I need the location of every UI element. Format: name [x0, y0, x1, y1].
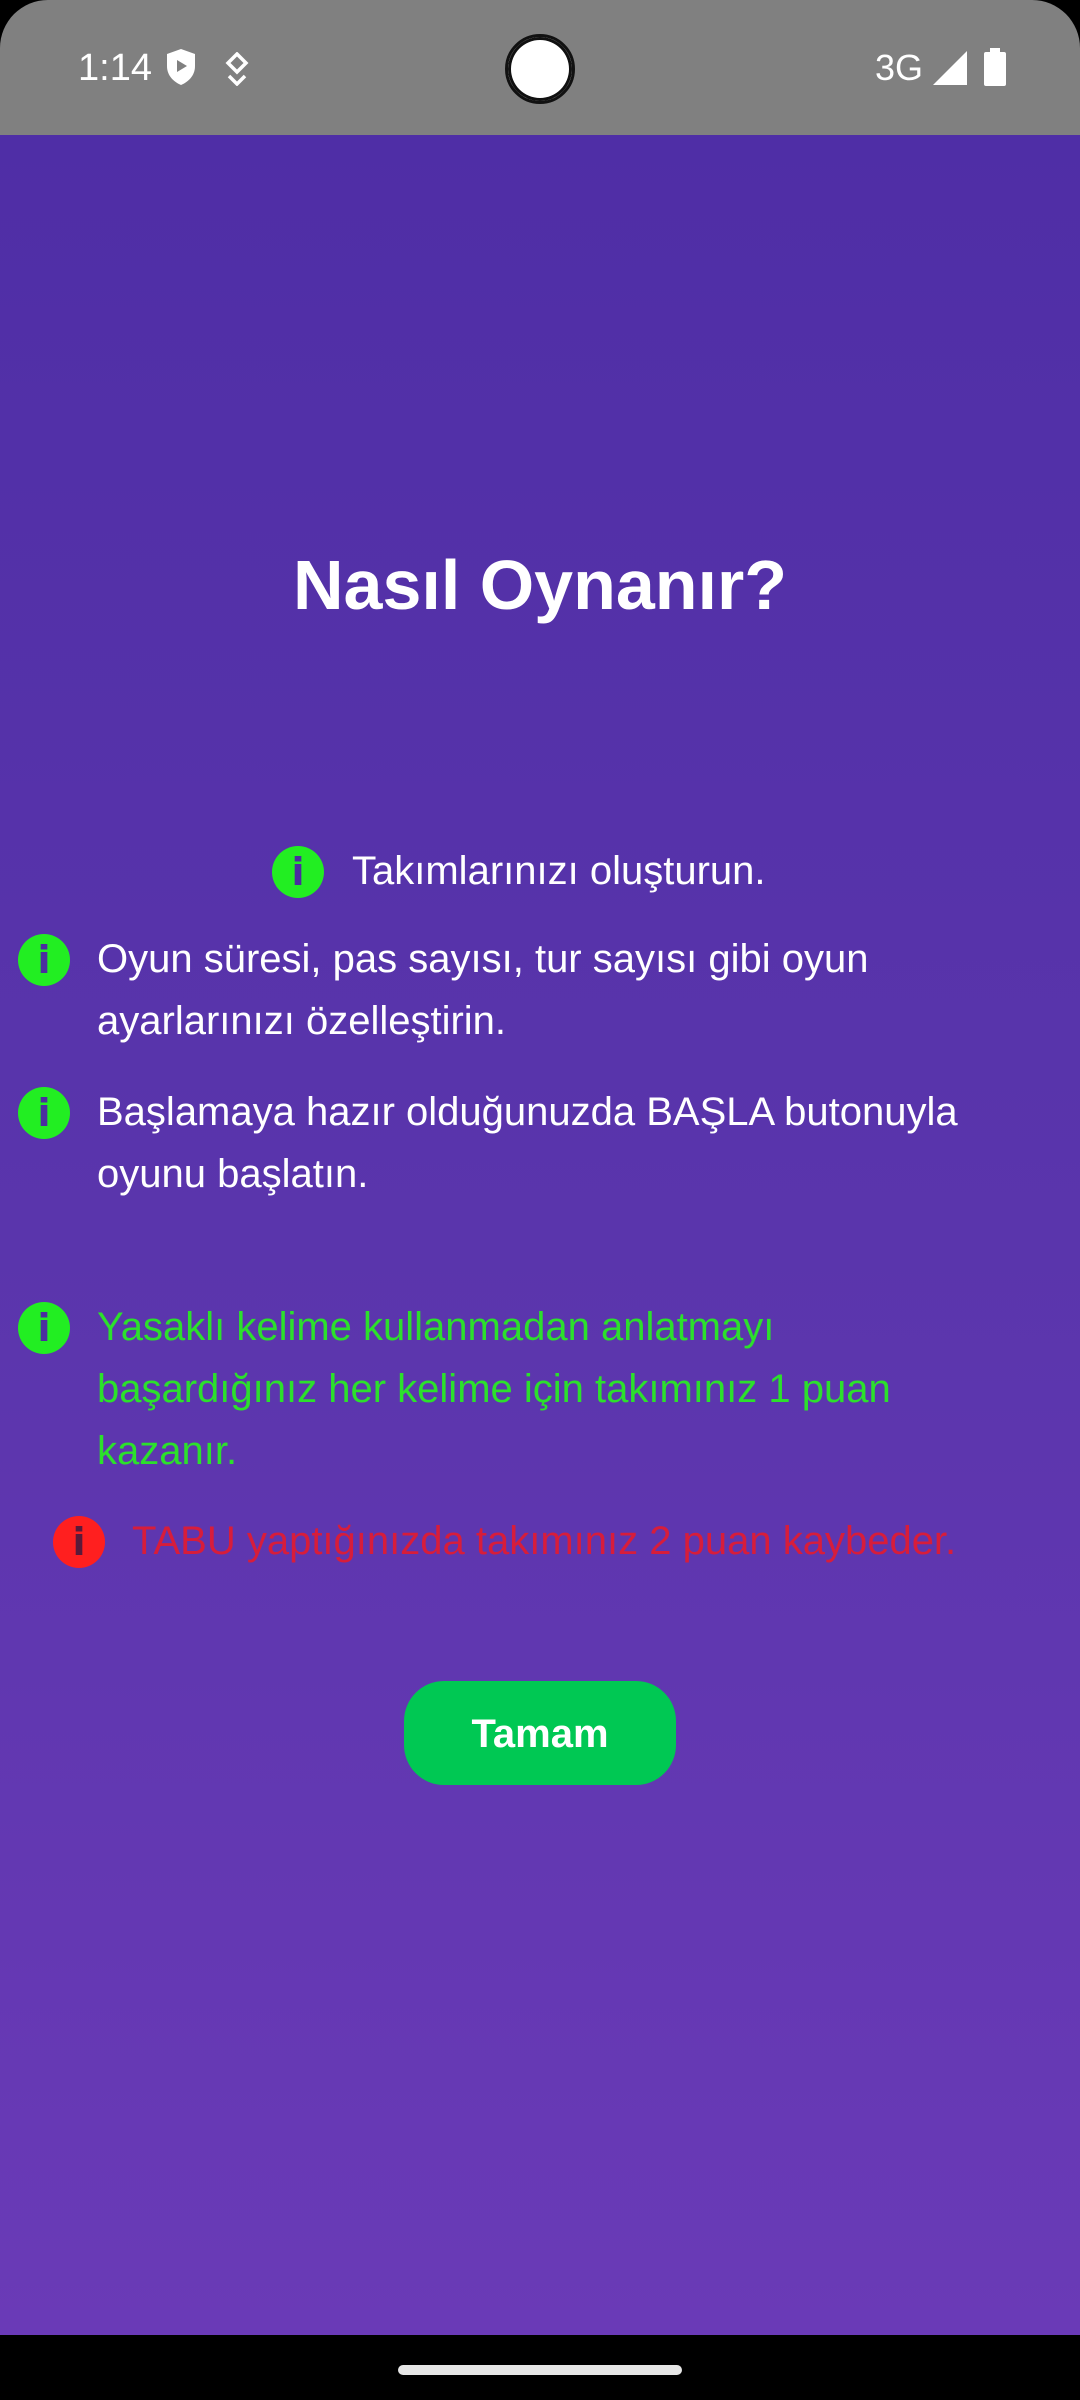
rule-text: Oyun süresi, pas sayısı, tur sayısı gibi…	[97, 937, 869, 1043]
signal-icon	[932, 50, 968, 91]
info-icon: i	[18, 1087, 70, 1139]
network-type-label: 3G	[875, 47, 924, 88]
status-bar: 1:14 3G	[0, 0, 1080, 135]
rule-text-error: TABU yaptığınızda takımınız 2 puan kaybe…	[132, 1519, 957, 1563]
rule-text: Takımlarınızı oluşturun.	[352, 849, 766, 893]
status-time: 1:14	[78, 47, 152, 89]
battery-icon	[984, 48, 1006, 91]
shield-icon	[165, 48, 197, 91]
info-icon: i	[18, 1302, 70, 1354]
phone-screen: 1:14 3G Nasıl Oynanır? i Takımlarınızı o…	[0, 0, 1080, 2400]
dialog-title: Nasıl Oynanır?	[292, 546, 788, 624]
warning-info-icon: i	[53, 1516, 105, 1568]
rule-text: Başlamaya hazır olduğunuzda BAŞLA butonu…	[97, 1090, 958, 1196]
location-icon	[224, 51, 250, 91]
info-icon: i	[18, 934, 70, 986]
ok-button[interactable]: Tamam	[404, 1681, 676, 1785]
how-to-play-screen	[0, 135, 1080, 2335]
rule-text-success: Yasaklı kelime kullanmadan anlatmayı baş…	[97, 1305, 891, 1473]
home-gesture-handle[interactable]	[398, 2365, 682, 2375]
camera-cutout	[505, 34, 575, 104]
info-icon: i	[272, 846, 324, 898]
